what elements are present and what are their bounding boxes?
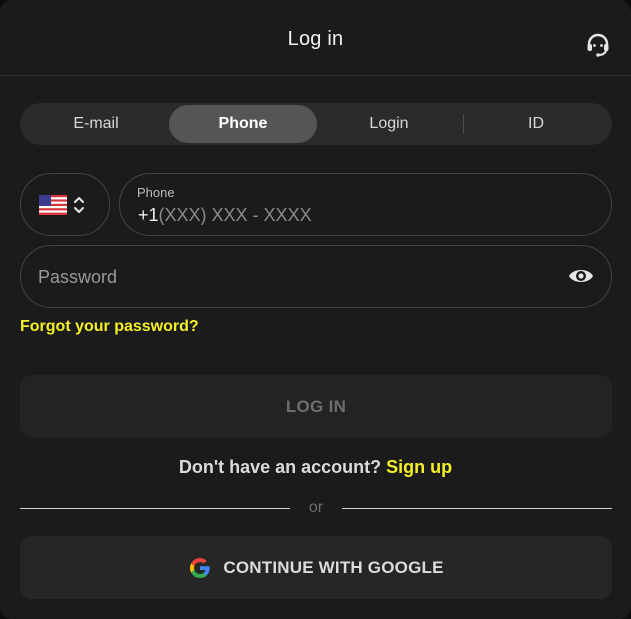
divider-text: or <box>308 499 324 516</box>
password-placeholder: Password <box>38 267 118 287</box>
modal-header: Log in <box>0 0 631 76</box>
login-modal: Log in E-mail Phone Login ID Phone +1(XX… <box>0 0 631 619</box>
google-icon <box>190 557 210 578</box>
tab-login[interactable]: Login <box>315 105 463 143</box>
signup-row: Don't have an account? Sign up <box>0 457 631 478</box>
divider-line-left <box>20 508 290 509</box>
eye-icon[interactable] <box>567 265 595 287</box>
country-code-select[interactable] <box>20 173 110 236</box>
login-button[interactable]: LOG IN <box>20 375 612 438</box>
headset-icon[interactable] <box>584 31 612 59</box>
tab-phone[interactable]: Phone <box>169 105 317 143</box>
forgot-password-link[interactable]: Forgot your password? <box>20 318 199 336</box>
phone-value: +1(XXX) XXX - XXXX <box>138 205 312 226</box>
page-title: Log in <box>287 28 344 50</box>
divider-line-right <box>342 508 612 509</box>
login-method-tabs: E-mail Phone Login ID <box>20 103 612 145</box>
phone-label: Phone <box>137 185 175 200</box>
tab-id[interactable]: ID <box>462 105 610 143</box>
chevron-up-down-icon <box>74 197 84 213</box>
phone-input[interactable]: Phone +1(XXX) XXX - XXXX <box>119 173 612 236</box>
phone-placeholder: (XXX) XXX - XXXX <box>158 205 312 225</box>
continue-with-google-button[interactable]: CONTINUE WITH GOOGLE <box>20 536 612 599</box>
signup-link[interactable]: Sign up <box>386 457 452 477</box>
tab-email[interactable]: E-mail <box>22 105 170 143</box>
password-input[interactable]: Password <box>20 245 612 308</box>
signup-prompt: Don't have an account? <box>178 457 382 477</box>
us-flag-icon <box>39 195 67 215</box>
google-button-label: CONTINUE WITH GOOGLE <box>223 557 444 577</box>
phone-prefix: +1 <box>138 205 159 225</box>
